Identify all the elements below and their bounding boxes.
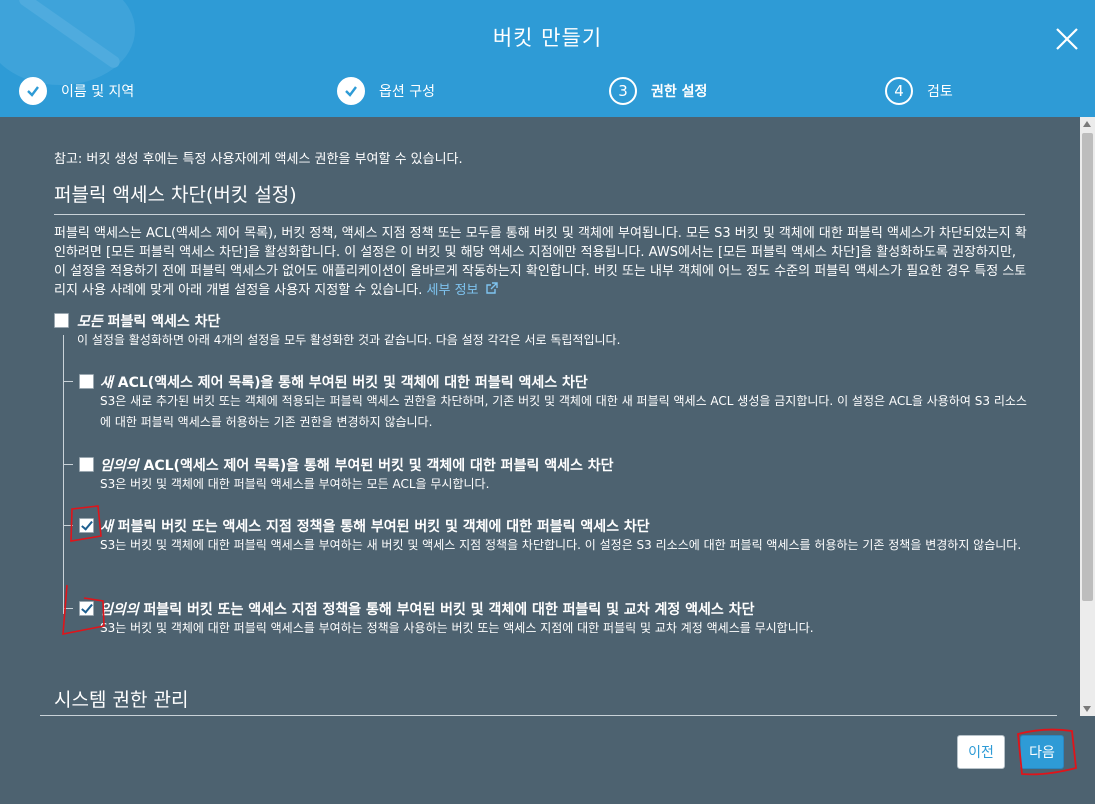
step-label: 검토 — [927, 84, 953, 100]
previous-button[interactable]: 이전 — [957, 735, 1005, 769]
block-all-title: 모든 퍼블릭 액세스 차단 — [77, 314, 221, 330]
note-text: 참고: 버킷 생성 후에는 특정 사용자에게 액세스 권한을 부여할 수 있습니… — [54, 152, 463, 167]
option-new-acl-description: S3은 새로 추가된 버킷 또는 객체에 적용되는 퍼블릭 액세스 권한을 차단… — [100, 394, 1027, 429]
step-name-region[interactable]: 이름 및 지역 — [19, 76, 134, 106]
tree-line — [63, 335, 64, 614]
tree-branch — [63, 608, 73, 609]
step-label: 옵션 구성 — [379, 84, 435, 100]
close-icon[interactable] — [1052, 24, 1082, 54]
section-title: 퍼블릭 액세스 차단(버킷 설정) — [54, 184, 297, 206]
option-any-policy-title: 임의의 퍼블릭 버킷 또는 액세스 지점 정책을 통해 부여된 버킷 및 객체에… — [100, 602, 755, 618]
option-any-acl-checkbox[interactable] — [79, 457, 94, 472]
step-number: 3 — [609, 77, 637, 105]
step-review[interactable]: 4 검토 — [885, 76, 953, 106]
step-configure-options[interactable]: 옵션 구성 — [337, 76, 435, 106]
check-icon — [19, 77, 47, 105]
option-any-policy-description: S3는 버킷 및 객체에 대한 퍼블릭 액세스를 부여하는 정책을 사용하는 버… — [100, 621, 814, 635]
option-new-policy-description: S3는 버킷 및 객체에 대한 퍼블릭 액세스를 부여하는 새 버킷 및 액세스… — [100, 538, 1022, 552]
divider — [54, 214, 1025, 215]
option-new-policy-checkbox[interactable] — [79, 518, 94, 533]
system-permissions-title: 시스템 권한 관리 — [54, 689, 189, 711]
check-icon — [337, 77, 365, 105]
details-link[interactable]: 세부 정보 — [427, 282, 498, 298]
block-all-checkbox[interactable] — [54, 313, 69, 328]
option-any-policy-checkbox[interactable] — [79, 601, 94, 616]
scrollbar[interactable] — [1080, 117, 1095, 716]
external-link-icon — [485, 282, 498, 294]
tree-branch — [63, 525, 73, 526]
block-all-description: 이 설정을 활성화하면 아래 4개의 설정을 모두 활성화한 것과 같습니다. … — [77, 333, 621, 347]
scrollbar-thumb[interactable] — [1082, 133, 1093, 601]
step-label: 이름 및 지역 — [61, 84, 135, 100]
description-text: 퍼블릭 액세스는 ACL(액세스 제어 목록), 버킷 정책, 액세스 지점 정… — [54, 226, 1027, 298]
scroll-up-arrow-icon[interactable] — [1083, 121, 1091, 127]
tree-branch — [63, 381, 73, 382]
option-new-policy-title: 새 퍼블릭 버킷 또는 액세스 지점 정책을 통해 부여된 버킷 및 객체에 대… — [100, 519, 650, 535]
step-number: 4 — [885, 77, 913, 105]
next-button[interactable]: 다음 — [1020, 735, 1064, 769]
option-any-acl-description: S3은 버킷 및 객체에 대한 퍼블릭 액세스를 부여하는 모든 ACL을 무시… — [100, 477, 490, 491]
option-new-acl-title: 새 ACL(액세스 제어 목록)을 통해 부여된 버킷 및 객체에 대한 퍼블릭… — [100, 375, 588, 391]
section-description: 퍼블릭 액세스는 ACL(액세스 제어 목록), 버킷 정책, 액세스 지점 정… — [54, 224, 1029, 300]
scroll-down-arrow-icon[interactable] — [1083, 706, 1091, 712]
dialog-footer: 이전 다음 — [0, 716, 1095, 804]
dialog-title: 버킷 만들기 — [492, 26, 603, 50]
dialog-content: 참고: 버킷 생성 후에는 특정 사용자에게 액세스 권한을 부여할 수 있습니… — [0, 117, 1080, 716]
step-set-permissions[interactable]: 3 권한 설정 — [609, 76, 707, 106]
option-new-acl-checkbox[interactable] — [79, 374, 94, 389]
step-label: 권한 설정 — [651, 84, 708, 100]
tree-branch — [63, 464, 73, 465]
dialog-header: 버킷 만들기 이름 및 지역 옵션 구성 3 권한 설정 4 검토 — [0, 0, 1095, 117]
option-any-acl-title: 임의의 ACL(액세스 제어 목록)을 통해 부여된 버킷 및 객체에 대한 퍼… — [100, 458, 614, 474]
